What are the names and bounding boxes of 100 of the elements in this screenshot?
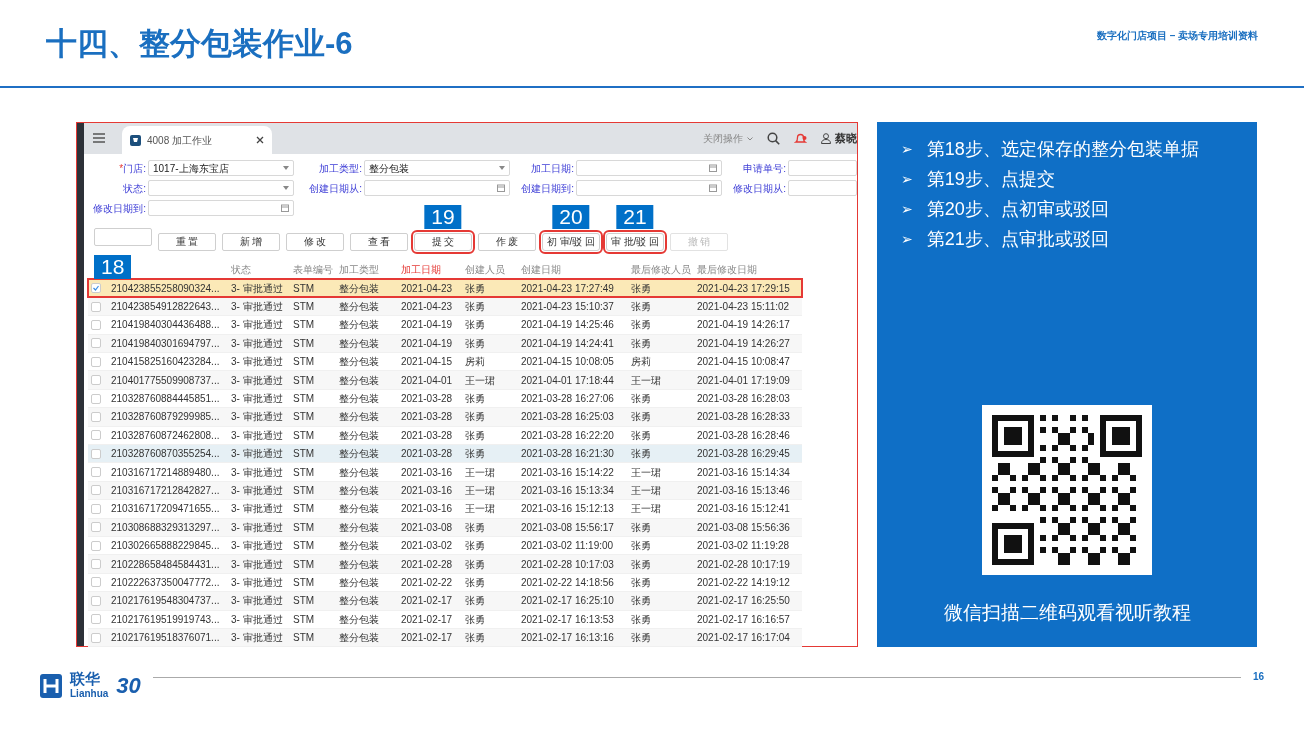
qr-caption: 微信扫描二维码观看视听教程	[942, 600, 1192, 625]
menu-icon[interactable]	[92, 132, 106, 144]
field-label: 状态:	[122, 181, 146, 196]
column-header[interactable]: 加工日期	[398, 261, 462, 279]
date-field[interactable]	[148, 200, 294, 216]
table-cell: STM	[290, 279, 336, 298]
row-checkbox[interactable]	[91, 503, 101, 514]
table-cell: 张勇	[462, 536, 518, 555]
row-checkbox[interactable]	[91, 301, 101, 312]
table-cell: 2021-04-19	[398, 315, 462, 335]
table-cell: 2021-04-23 17:27:49	[518, 279, 628, 298]
table-cell: 2021-02-22	[398, 573, 462, 592]
row-checkbox[interactable]	[91, 595, 101, 606]
table-cell: 房莉	[628, 352, 694, 371]
field-label: 修改日期从:	[732, 181, 786, 196]
table-cell: 3- 审批通过	[228, 573, 290, 592]
table-cell: 整分包装	[336, 462, 398, 482]
table-cell: 2021-03-28 16:28:46	[694, 426, 802, 445]
table-cell: 2021-04-19 14:26:17	[694, 315, 802, 335]
row-checkbox[interactable]	[91, 522, 101, 533]
table-cell: 王一珺	[628, 462, 694, 482]
date-field[interactable]	[576, 160, 722, 176]
logo-icon	[40, 673, 62, 698]
row-checkbox[interactable]	[91, 448, 101, 459]
select-field[interactable]: 1017-上海东宝店	[148, 160, 294, 176]
date-field[interactable]	[364, 180, 510, 196]
slide-title: 十四、整分包装作业-6	[46, 25, 353, 63]
bullet-marker: ➢	[901, 230, 913, 249]
row-checkbox[interactable]	[91, 614, 101, 625]
caret-icon	[283, 166, 289, 170]
toolbar-button[interactable]	[94, 228, 152, 246]
column-header[interactable]: 表单编号	[290, 261, 336, 279]
table-cell: 3- 审批通过	[228, 279, 290, 298]
column-header[interactable]: 状态	[228, 261, 290, 279]
field-label: 加工日期:	[530, 161, 574, 176]
table-cell: 张勇	[462, 426, 518, 445]
table-cell: STM	[290, 315, 336, 335]
field-label: *门店:	[118, 161, 146, 176]
calendar-icon	[709, 184, 717, 192]
column-header[interactable]: 加工类型	[336, 261, 398, 279]
select-field[interactable]: 整分包装	[364, 160, 510, 176]
close-icon[interactable]	[256, 136, 264, 144]
table-cell: 2021-04-23 17:29:15	[694, 279, 802, 298]
row-checkbox[interactable]	[91, 338, 101, 349]
input-field[interactable]	[788, 180, 857, 196]
table-cell: 2021-03-28	[398, 389, 462, 408]
table-cell: 3- 审批通过	[228, 536, 290, 555]
table-cell: 210316717214889480...	[108, 462, 228, 482]
column-header[interactable]: 最后修改人员	[628, 261, 694, 279]
toolbar-button[interactable]: 提 交	[414, 232, 472, 251]
user-menu[interactable]: 蔡晓	[821, 130, 857, 147]
row-checkbox[interactable]	[91, 375, 101, 386]
row-checkbox[interactable]	[91, 540, 101, 551]
table-cell: STM	[290, 352, 336, 371]
table-cell: STM	[290, 499, 336, 519]
row-checkbox[interactable]	[91, 577, 101, 588]
table-cell: 3- 审批通过	[228, 315, 290, 335]
table-cell: 2021-04-23	[398, 279, 462, 298]
date-field[interactable]	[576, 180, 722, 196]
calendar-icon	[497, 184, 505, 192]
row-checkbox[interactable]	[91, 411, 101, 422]
table-cell: STM	[290, 573, 336, 592]
row-checkbox[interactable]	[91, 393, 101, 404]
field-label: 加工类型:	[318, 161, 362, 176]
chevron-down-icon	[747, 136, 753, 141]
column-header[interactable]: 最后修改日期	[694, 261, 802, 279]
step-text: 第18步、选定保存的整分包装单据	[926, 138, 1199, 161]
toolbar-button[interactable]: 修 改	[286, 232, 344, 251]
table-cell: 210419840304436488...	[108, 315, 228, 335]
bullet-marker: ➢	[901, 170, 913, 189]
row-checkbox[interactable]	[91, 356, 101, 367]
row-checkbox[interactable]	[91, 467, 101, 478]
row-checkbox[interactable]	[91, 319, 101, 330]
table-cell: 2021-02-22 14:18:56	[518, 573, 628, 592]
column-header[interactable]: 创建日期	[518, 261, 628, 279]
row-checkbox[interactable]	[91, 632, 101, 643]
select-field[interactable]	[148, 180, 294, 196]
field-label: 创建日期从:	[308, 181, 362, 196]
toolbar-button[interactable]: 新 增	[222, 232, 280, 251]
user-icon	[821, 133, 831, 144]
row-checkbox[interactable]	[91, 485, 101, 496]
app-tab[interactable]: 4008 加工作业	[122, 126, 272, 154]
table-cell: 2021-03-16 15:14:34	[694, 462, 802, 482]
table-cell: 210222637350047772...	[108, 573, 228, 592]
table-cell: 2021-03-16 15:12:41	[694, 499, 802, 519]
search-icon[interactable]	[767, 132, 780, 145]
row-checkbox[interactable]	[91, 430, 101, 441]
toolbar-button[interactable]: 查 看	[350, 232, 408, 251]
toolbar-button[interactable]: 审 批/驳 回	[606, 232, 664, 251]
toolbar-button[interactable]: 初 审/驳 回	[542, 232, 600, 251]
input-field[interactable]	[788, 160, 857, 176]
toolbar-button[interactable]: 重 置	[158, 232, 216, 251]
toolbar-button[interactable]: 作 废	[478, 232, 536, 251]
row-checkbox[interactable]	[91, 559, 101, 570]
bell-icon[interactable]	[794, 132, 807, 145]
table-cell: 王一珺	[628, 499, 694, 519]
table-cell: 210316717209471655...	[108, 499, 228, 519]
table-cell: 整分包装	[336, 426, 398, 445]
column-header[interactable]: 创建人员	[462, 261, 518, 279]
row-checkbox[interactable]	[91, 283, 101, 294]
